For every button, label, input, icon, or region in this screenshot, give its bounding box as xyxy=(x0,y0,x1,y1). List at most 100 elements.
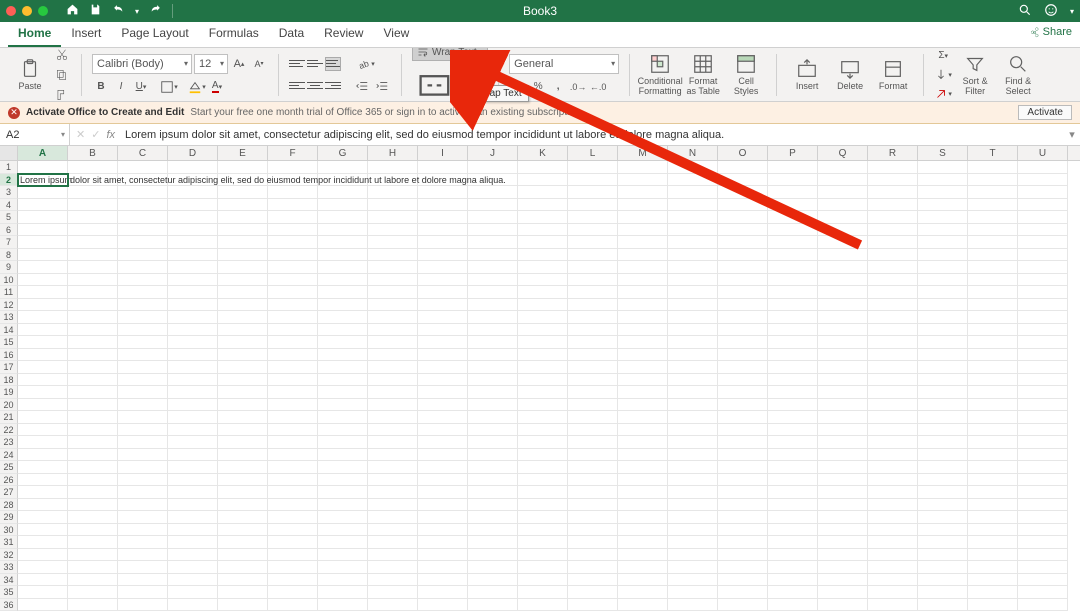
cell[interactable] xyxy=(868,349,918,362)
cell[interactable] xyxy=(768,449,818,462)
cell[interactable] xyxy=(118,461,168,474)
cell[interactable] xyxy=(118,199,168,212)
cell[interactable] xyxy=(368,286,418,299)
cell[interactable] xyxy=(868,574,918,587)
cell[interactable] xyxy=(418,436,468,449)
cell[interactable] xyxy=(718,536,768,549)
cell[interactable] xyxy=(18,161,68,174)
enter-formula-icon[interactable]: ✓ xyxy=(91,128,100,141)
cell[interactable] xyxy=(168,536,218,549)
cell[interactable] xyxy=(418,236,468,249)
cell[interactable] xyxy=(218,299,268,312)
cell[interactable] xyxy=(118,161,168,174)
cell[interactable] xyxy=(118,261,168,274)
cell[interactable] xyxy=(518,536,568,549)
cell[interactable] xyxy=(168,561,218,574)
cell[interactable] xyxy=(168,374,218,387)
cell[interactable] xyxy=(618,336,668,349)
cell[interactable] xyxy=(368,549,418,562)
clear-icon[interactable]: ▾ xyxy=(934,85,952,103)
cell[interactable] xyxy=(1018,461,1068,474)
cell[interactable] xyxy=(918,349,968,362)
cell[interactable] xyxy=(368,524,418,537)
copy-icon[interactable] xyxy=(53,66,71,84)
cell[interactable] xyxy=(868,211,918,224)
cell[interactable] xyxy=(768,436,818,449)
cell[interactable] xyxy=(518,499,568,512)
cell[interactable] xyxy=(768,174,818,187)
cell[interactable] xyxy=(18,411,68,424)
cell[interactable] xyxy=(768,361,818,374)
cell[interactable] xyxy=(568,561,618,574)
cell[interactable] xyxy=(568,274,618,287)
cell[interactable] xyxy=(418,224,468,237)
cell[interactable] xyxy=(868,549,918,562)
cell[interactable] xyxy=(518,436,568,449)
column-header[interactable]: M xyxy=(618,146,668,160)
cell[interactable] xyxy=(468,461,518,474)
cell[interactable] xyxy=(918,311,968,324)
cell[interactable] xyxy=(518,249,568,262)
cell[interactable] xyxy=(168,211,218,224)
cell[interactable] xyxy=(518,386,568,399)
cell[interactable] xyxy=(718,561,768,574)
cell[interactable] xyxy=(118,311,168,324)
cell[interactable] xyxy=(268,399,318,412)
cell[interactable] xyxy=(918,386,968,399)
cell[interactable] xyxy=(368,274,418,287)
cell[interactable] xyxy=(868,261,918,274)
cell[interactable] xyxy=(218,274,268,287)
cell[interactable] xyxy=(468,436,518,449)
italic-icon[interactable]: I xyxy=(112,78,130,96)
cell[interactable] xyxy=(818,299,868,312)
cell[interactable] xyxy=(268,474,318,487)
cell[interactable] xyxy=(518,311,568,324)
cell[interactable] xyxy=(918,374,968,387)
cell[interactable] xyxy=(268,186,318,199)
cell[interactable] xyxy=(668,199,718,212)
cell[interactable] xyxy=(468,286,518,299)
cell[interactable] xyxy=(818,549,868,562)
cell[interactable] xyxy=(418,561,468,574)
cell[interactable] xyxy=(418,336,468,349)
sort-filter-button[interactable]: Sort & Filter xyxy=(955,51,995,99)
cell[interactable] xyxy=(968,211,1018,224)
cell[interactable] xyxy=(418,199,468,212)
cell[interactable] xyxy=(818,311,868,324)
cell[interactable] xyxy=(568,549,618,562)
cell[interactable] xyxy=(518,449,568,462)
cell[interactable] xyxy=(68,361,118,374)
cell[interactable] xyxy=(418,349,468,362)
cell[interactable] xyxy=(368,499,418,512)
format-painter-icon[interactable] xyxy=(53,86,71,104)
column-header[interactable]: R xyxy=(868,146,918,160)
cell[interactable] xyxy=(1018,386,1068,399)
cell[interactable] xyxy=(468,236,518,249)
row-header[interactable]: 34 xyxy=(0,574,18,587)
cell[interactable] xyxy=(218,586,268,599)
cell[interactable] xyxy=(168,574,218,587)
cell[interactable] xyxy=(368,261,418,274)
cell[interactable] xyxy=(718,161,768,174)
cell[interactable] xyxy=(818,574,868,587)
cell[interactable] xyxy=(168,424,218,437)
cell[interactable] xyxy=(968,461,1018,474)
cell[interactable] xyxy=(918,186,968,199)
cell-styles-button[interactable]: Cell Styles xyxy=(726,51,766,99)
cell[interactable] xyxy=(968,536,1018,549)
cell[interactable] xyxy=(568,399,618,412)
cell[interactable] xyxy=(968,286,1018,299)
cell[interactable] xyxy=(368,436,418,449)
cell[interactable] xyxy=(668,599,718,612)
row-header[interactable]: 2 xyxy=(0,174,18,187)
cell[interactable] xyxy=(18,349,68,362)
cell[interactable] xyxy=(118,211,168,224)
cell[interactable] xyxy=(268,286,318,299)
cell[interactable] xyxy=(568,324,618,337)
cell[interactable] xyxy=(918,424,968,437)
cell[interactable] xyxy=(818,261,868,274)
cell[interactable] xyxy=(218,361,268,374)
cell[interactable] xyxy=(318,574,368,587)
cell[interactable] xyxy=(668,586,718,599)
cell[interactable] xyxy=(118,411,168,424)
